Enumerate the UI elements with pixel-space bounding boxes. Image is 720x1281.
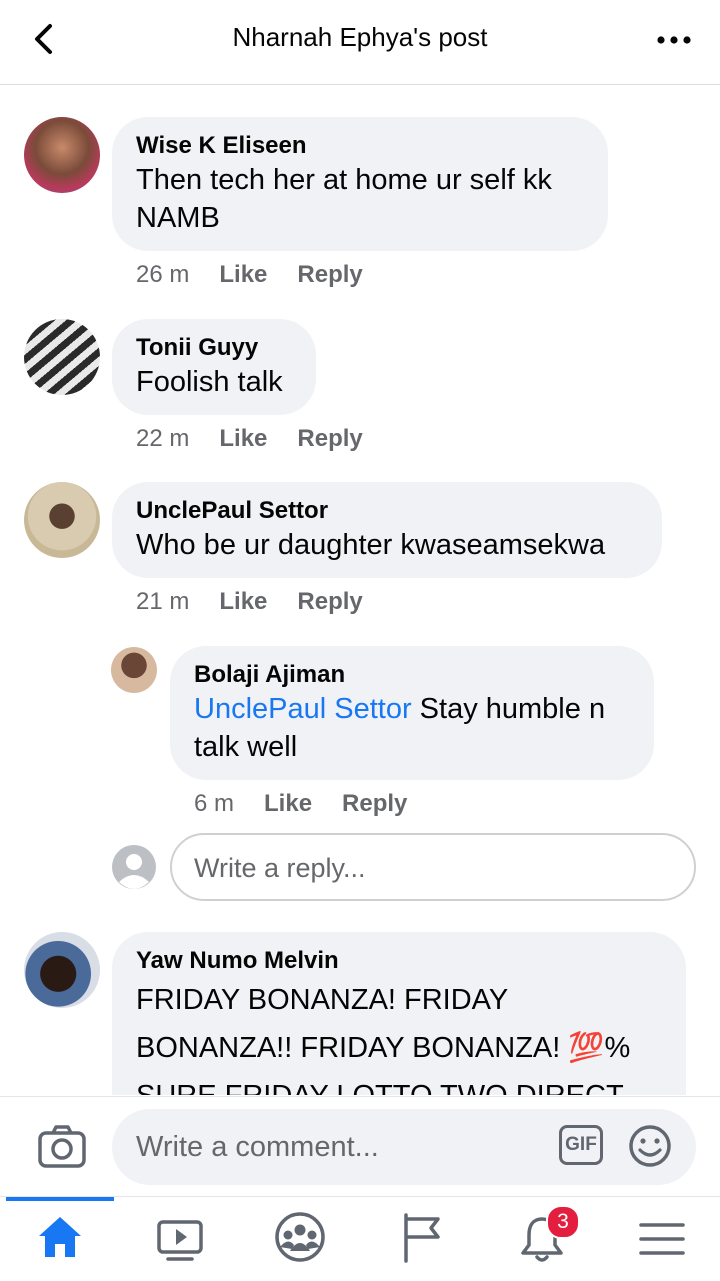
tab-home[interactable] <box>0 1197 120 1281</box>
comment-text: SURE FRIDAY LOTTO TWO DIRECT <box>136 1072 662 1095</box>
comment-meta: 22 m Like Reply <box>136 425 393 453</box>
comment-meta: 26 m Like Reply <box>136 261 393 289</box>
like-button[interactable]: Like <box>219 261 267 289</box>
page-title: Nharnah Ephya's post <box>232 22 488 52</box>
reply-text: UnclePaul Settor Stay humble n <box>194 690 630 728</box>
avatar[interactable] <box>24 319 100 395</box>
video-play-icon <box>157 1220 203 1261</box>
comment-input-placeholder: Write a comment... <box>136 1131 379 1163</box>
user-avatar-placeholder-icon <box>112 845 156 889</box>
like-button[interactable]: Like <box>219 425 267 453</box>
more-options-icon[interactable] <box>656 28 692 52</box>
comment-timestamp: 22 m <box>136 425 190 452</box>
gif-button[interactable]: GIF <box>559 1125 603 1165</box>
reply-input-placeholder: Write a reply... <box>194 853 366 883</box>
comment-bubble[interactable]: Wise K Eliseen Then tech her at home ur … <box>112 117 608 251</box>
comment-text: BONANZA!! FRIDAY BONANZA! 💯% <box>136 1032 631 1064</box>
tab-menu[interactable] <box>600 1197 720 1281</box>
top-bar: Nharnah Ephya's post <box>0 0 720 85</box>
reply-button[interactable]: Reply <box>342 790 407 818</box>
tab-groups[interactable] <box>240 1197 360 1281</box>
comment-bubble[interactable]: Tonii Guyy Foolish talk <box>112 319 316 415</box>
comment-meta: 21 m Like Reply <box>136 588 393 616</box>
avatar[interactable] <box>24 482 100 558</box>
comment-text: FRIDAY BONANZA! FRIDAY <box>136 984 509 1016</box>
notification-badge: 3 <box>546 1205 580 1239</box>
comment-author[interactable]: UnclePaul Settor <box>136 496 638 526</box>
reply-button[interactable]: Reply <box>297 261 362 289</box>
flag-icon <box>404 1213 440 1263</box>
reply-meta: 6 m Like Reply <box>194 790 437 818</box>
comment-text: Foolish talk <box>136 366 283 398</box>
comment-author[interactable]: Tonii Guyy <box>136 333 292 363</box>
camera-icon[interactable] <box>38 1125 86 1169</box>
like-button[interactable]: Like <box>264 790 312 818</box>
reply-text: talk well <box>194 731 298 763</box>
comments-feed[interactable]: Wise K Eliseen Then tech her at home ur … <box>0 85 720 1095</box>
comment-composer: Write a comment... GIF <box>0 1096 720 1197</box>
comment-author[interactable]: Yaw Numo Melvin <box>136 946 662 976</box>
reply-text-rest: Stay humble n <box>411 693 606 725</box>
tab-watch[interactable] <box>120 1197 240 1281</box>
comment-bubble[interactable]: UnclePaul Settor Who be ur daughter kwas… <box>112 482 662 578</box>
reply-input[interactable]: Write a reply... <box>170 833 696 901</box>
reply-button[interactable]: Reply <box>297 588 362 616</box>
comment-timestamp: 21 m <box>136 588 190 615</box>
avatar[interactable] <box>24 117 100 193</box>
reply-bubble[interactable]: Bolaji Ajiman UnclePaul Settor Stay humb… <box>170 646 654 780</box>
groups-icon <box>275 1212 325 1262</box>
like-button[interactable]: Like <box>219 588 267 616</box>
avatar[interactable] <box>111 647 157 693</box>
comment-timestamp: 26 m <box>136 261 190 288</box>
home-icon <box>39 1217 81 1257</box>
menu-icon <box>639 1223 685 1255</box>
reply-author[interactable]: Bolaji Ajiman <box>194 660 630 690</box>
reply-button[interactable]: Reply <box>297 425 362 453</box>
comment-author[interactable]: Wise K Eliseen <box>136 131 584 161</box>
tab-pages[interactable] <box>360 1197 480 1281</box>
tab-notifications[interactable]: 3 <box>480 1197 600 1281</box>
comment-text: NAMB <box>136 202 220 234</box>
bottom-tab-bar: 3 <box>0 1196 720 1281</box>
comment-text: Who be ur daughter kwaseamsekwa <box>136 529 606 561</box>
comment-input[interactable]: Write a comment... GIF <box>112 1109 696 1185</box>
avatar[interactable] <box>24 932 100 1008</box>
comment-bubble[interactable]: Yaw Numo Melvin FRIDAY BONANZA! FRIDAY B… <box>112 932 686 1095</box>
mention-link[interactable]: UnclePaul Settor <box>194 693 412 725</box>
comment-text: Then tech her at home ur self kk <box>136 164 552 196</box>
reply-timestamp: 6 m <box>194 790 235 817</box>
gif-icon: GIF <box>565 1134 597 1155</box>
emoji-icon[interactable] <box>628 1124 672 1168</box>
